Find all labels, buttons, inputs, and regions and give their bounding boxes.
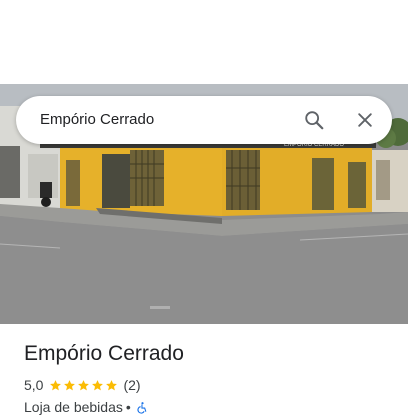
separator: • [125,399,131,415]
place-info-panel: Empório Cerrado 5,0 (2) Loja de bebidas … [0,324,408,415]
rating-stars [49,379,119,392]
search-bar[interactable]: Empório Cerrado [16,96,392,144]
star-icon [64,379,76,390]
rating-row[interactable]: 5,0 (2) [24,376,141,394]
close-button[interactable] [349,104,381,136]
search-button[interactable] [298,104,330,136]
wheelchair-accessible-icon [137,401,147,414]
place-category: Loja de bebidas [24,399,123,415]
place-title: Empório Cerrado [24,342,184,365]
review-count[interactable]: (2) [123,377,140,393]
search-icon [305,111,324,130]
rating-value: 5,0 [24,377,44,393]
star-icon [78,379,90,390]
star-icon [106,379,118,390]
star-icon [92,379,104,390]
star-icon [50,379,62,390]
search-input[interactable]: Empório Cerrado [40,96,154,144]
category-row: Loja de bebidas • [24,398,149,416]
close-icon [358,113,372,127]
top-blank-area [0,0,408,84]
